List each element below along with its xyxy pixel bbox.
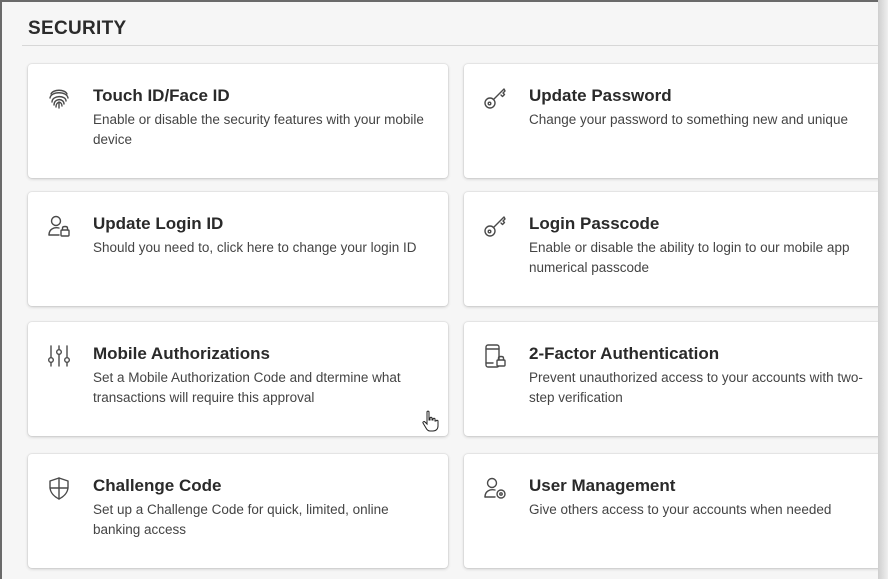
card-2-factor-authentication[interactable]: 2-Factor Authentication Prevent unauthor… bbox=[464, 322, 884, 436]
card-mobile-authorizations[interactable]: Mobile Authorizations Set a Mobile Autho… bbox=[28, 322, 448, 436]
shield-icon bbox=[45, 474, 73, 502]
card-title: Update Login ID bbox=[93, 214, 224, 233]
card-title: 2-Factor Authentication bbox=[529, 344, 720, 363]
title-divider bbox=[22, 45, 878, 46]
fingerprint-icon bbox=[45, 84, 73, 112]
sliders-icon bbox=[45, 342, 73, 370]
card-description: Should you need to, click here to change… bbox=[93, 240, 417, 255]
card-title: Challenge Code bbox=[93, 476, 222, 495]
key-icon bbox=[481, 84, 509, 112]
card-title: User Management bbox=[529, 476, 676, 495]
section-title: SECURITY bbox=[28, 18, 127, 39]
card-touch-id-face-id[interactable]: Touch ID/Face ID Enable or disable the s… bbox=[28, 64, 448, 178]
card-description: Enable or disable the security features … bbox=[93, 112, 424, 147]
card-description: Change your password to something new an… bbox=[529, 112, 848, 127]
card-description: Prevent unauthorized access to your acco… bbox=[529, 370, 863, 405]
card-description: Set up a Challenge Code for quick, limit… bbox=[93, 502, 389, 537]
security-panel: SECURITY Touch ID/Face ID Enable or disa… bbox=[0, 0, 884, 579]
window-edge-shadow bbox=[878, 0, 888, 579]
card-update-login-id[interactable]: Update Login ID Should you need to, clic… bbox=[28, 192, 448, 306]
hand-cursor-icon bbox=[421, 410, 439, 432]
card-description: Give others access to your accounts when… bbox=[529, 502, 832, 517]
phone-lock-icon bbox=[481, 342, 509, 370]
card-title: Mobile Authorizations bbox=[93, 344, 270, 363]
card-user-management[interactable]: User Management Give others access to yo… bbox=[464, 454, 884, 568]
card-update-password[interactable]: Update Password Change your password to … bbox=[464, 64, 884, 178]
user-settings-icon bbox=[481, 474, 509, 502]
card-challenge-code[interactable]: Challenge Code Set up a Challenge Code f… bbox=[28, 454, 448, 568]
card-description: Set a Mobile Authorization Code and dter… bbox=[93, 370, 401, 405]
user-lock-icon bbox=[45, 212, 73, 240]
card-description: Enable or disable the ability to login t… bbox=[529, 240, 850, 275]
key-icon bbox=[481, 212, 509, 240]
card-title: Touch ID/Face ID bbox=[93, 86, 230, 105]
card-login-passcode[interactable]: Login Passcode Enable or disable the abi… bbox=[464, 192, 884, 306]
card-title: Update Password bbox=[529, 86, 672, 105]
card-title: Login Passcode bbox=[529, 214, 660, 233]
